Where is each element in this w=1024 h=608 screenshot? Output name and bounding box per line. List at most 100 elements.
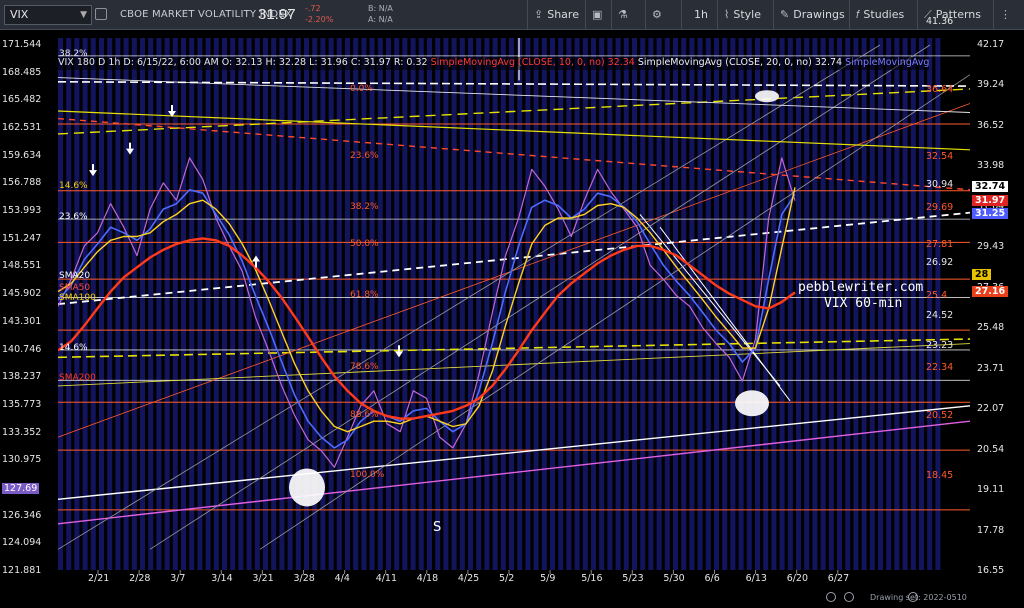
- right-axis-tick-label: 25.48: [977, 322, 1005, 334]
- fib-pct-label: 50.0%: [350, 239, 379, 250]
- right-axis-tick-label: 16.55: [977, 565, 1005, 576]
- session-band: [345, 38, 350, 570]
- left-axis-tick-label: 156.788: [2, 177, 42, 189]
- right-axis-bg: [970, 30, 1024, 608]
- level-value-label: 26.92: [926, 257, 954, 269]
- session-band: [656, 38, 662, 570]
- x-axis-tick-label: 2/21: [88, 573, 110, 584]
- x-axis-tick-label: 5/2: [499, 573, 515, 584]
- session-band: [533, 38, 539, 570]
- studies-icon: 𝑓: [856, 8, 860, 21]
- drawings-label: Drawings: [793, 8, 845, 21]
- right-axis-tick-label: 33.98: [977, 160, 1005, 172]
- ask-value: A: N/A: [368, 15, 393, 24]
- session-band: [714, 38, 719, 570]
- interval-button[interactable]: 1h: [681, 0, 717, 29]
- right-axis-tick-label: 17.78: [977, 524, 1005, 536]
- session-band: [673, 38, 678, 570]
- session-band: [172, 38, 178, 570]
- camera-icon: ▣: [592, 8, 603, 21]
- session-band: [181, 38, 186, 570]
- x-axis-tick-label: 3/21: [252, 573, 274, 584]
- left-axis-tick-label: 168.485: [2, 66, 42, 78]
- symbol-value: VIX: [10, 8, 29, 21]
- drawings-button[interactable]: ✎ Drawings: [773, 0, 849, 29]
- right-axis-tick-label: 42.17: [977, 39, 1005, 50]
- flask-button[interactable]: ⚗: [611, 0, 645, 29]
- zoom-reset-icon[interactable]: [844, 592, 854, 602]
- right-axis-tick-label: 20.54: [977, 443, 1005, 455]
- session-band: [468, 38, 473, 570]
- watermark-line1: pebblewriter.com: [798, 280, 924, 295]
- session-band: [427, 38, 432, 570]
- fib-value-label: 25.4: [926, 290, 948, 302]
- studies-button[interactable]: 𝑓 Studies: [849, 0, 917, 29]
- legend-close: C: 31.97: [350, 57, 391, 68]
- left-axis-tick-label: 135.773: [2, 398, 42, 410]
- left-axis-tick-label: 153.993: [2, 205, 42, 217]
- legend-range: R: 0.32: [393, 57, 428, 68]
- session-band: [664, 38, 670, 570]
- left-fib-pct: 23.6%: [59, 212, 88, 223]
- session-band: [263, 38, 268, 570]
- x-axis-tick-label: 4/25: [457, 573, 480, 584]
- session-band: [451, 38, 457, 570]
- settings-icon[interactable]: [95, 8, 107, 20]
- x-axis-tick-label: 6/13: [745, 573, 767, 584]
- right-axis-badge: 32.74: [972, 181, 1009, 193]
- session-band: [435, 38, 441, 570]
- sma100-label: SMA100: [59, 292, 96, 303]
- sma200-label: SMA200: [59, 372, 96, 383]
- session-band: [82, 38, 88, 570]
- left-axis-tick-label: 148.551: [2, 260, 42, 272]
- left-axis-tick-label: 159.634: [2, 149, 42, 161]
- session-band: [156, 38, 162, 570]
- chart-canvas: [0, 30, 1024, 608]
- left-axis-tick-label: 133.352: [2, 426, 42, 438]
- session-band: [541, 38, 547, 570]
- level-value-label: 23.23: [926, 340, 954, 352]
- left-axis-tick-label: 121.881: [2, 565, 42, 576]
- style-label: Style: [733, 8, 762, 21]
- session-band: [484, 38, 490, 570]
- session-band: [566, 38, 572, 570]
- gear-button[interactable]: ⚙: [645, 0, 681, 29]
- symbol-input[interactable]: VIX ▼: [4, 5, 92, 25]
- more-button[interactable]: ⋮: [993, 0, 1024, 29]
- change-value: -.72: [305, 4, 321, 13]
- sma20-label: SMA20: [59, 271, 91, 282]
- fib-value-label: 29.69: [926, 202, 954, 214]
- style-button[interactable]: ⌇ Style: [717, 0, 773, 29]
- session-band: [279, 38, 285, 570]
- fib-pct-label: 61.8%: [350, 290, 379, 301]
- bid-value: B: N/A: [368, 4, 393, 13]
- share-button[interactable]: ⇪ Share: [527, 0, 585, 29]
- x-axis-tick-label: 2/28: [129, 573, 151, 584]
- right-axis-tick-label: 19.11: [977, 484, 1005, 496]
- bid-ask: B: N/A A: N/A: [368, 3, 393, 25]
- session-band: [164, 38, 170, 570]
- left-axis-tick-label: 162.531: [2, 122, 42, 134]
- toolbar: VIX ▼ CBOE MARKET VOLATILITY INDEX 31.97…: [0, 0, 1024, 30]
- session-band: [607, 38, 613, 570]
- chart-area[interactable]: VIX 180 D 1h D: 6/15/22, 6:00 AM O: 32.1…: [0, 16, 1024, 608]
- session-band: [66, 38, 72, 570]
- session-band: [246, 38, 252, 570]
- share-label: Share: [547, 8, 579, 21]
- change-percent: -2.20%: [305, 15, 334, 24]
- left-axis-tick-label: 140.746: [2, 343, 42, 355]
- s-marker-label: S: [433, 520, 442, 536]
- left-axis-tick-label: 143.301: [2, 315, 42, 327]
- drawing-set-label: Drawing set: 2022-0510: [870, 593, 967, 602]
- watermark-line2: VIX 60-min: [824, 296, 903, 311]
- session-band: [443, 38, 449, 570]
- sma50-label: SMA50: [59, 282, 91, 293]
- session-band: [459, 38, 465, 570]
- screenshot-button[interactable]: ▣: [585, 0, 611, 29]
- right-axis-badge: 28: [972, 269, 992, 281]
- session-band: [90, 38, 96, 570]
- highlight-circle: [755, 90, 779, 103]
- session-band: [189, 38, 195, 570]
- fib-pct-label: 0.0%: [350, 84, 373, 95]
- zoom-out-icon[interactable]: [826, 592, 836, 602]
